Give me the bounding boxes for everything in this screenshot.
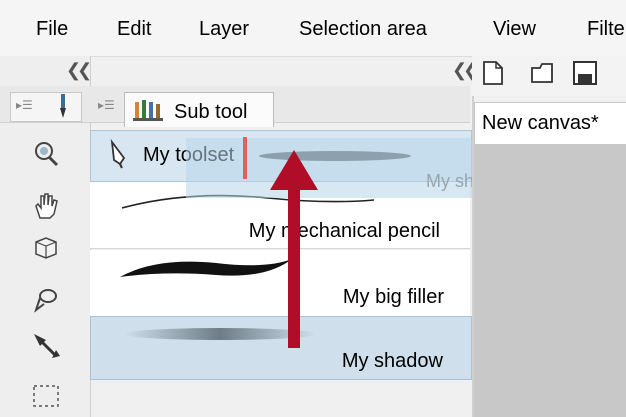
3d-object-icon[interactable]: [30, 232, 62, 264]
hand-icon[interactable]: [30, 190, 62, 222]
brush-label: My shadow: [341, 350, 443, 372]
new-file-icon[interactable]: [480, 60, 504, 86]
move-icon[interactable]: [30, 330, 62, 362]
brush-stroke-filler: [120, 259, 292, 277]
selection-rect-icon[interactable]: [30, 380, 62, 412]
open-folder-icon[interactable]: [530, 60, 558, 86]
brush-label: My mechanical pencil: [248, 220, 440, 242]
subtool-menu-icon[interactable]: ▸☰: [98, 98, 115, 112]
insert-marker: [243, 137, 247, 179]
pen-tool-icon: [60, 94, 66, 118]
menu-selection-area[interactable]: Selection area: [299, 17, 427, 41]
menu-file[interactable]: File: [36, 17, 68, 41]
menu-bar: File Edit Layer Selection area View Filt…: [0, 0, 626, 57]
panel-menu-icon[interactable]: ▸☰: [16, 98, 33, 112]
annotation-arrow-shaft: [288, 168, 300, 348]
canvas-tab-label: New canvas*: [482, 112, 599, 134]
canvas-area[interactable]: [474, 144, 626, 417]
pen-icon: [110, 138, 126, 169]
brushes-icon: [133, 100, 163, 121]
menu-view[interactable]: View: [493, 17, 536, 41]
brush-label: My big filler: [342, 286, 444, 308]
lasso-icon[interactable]: [30, 284, 62, 316]
subtool-tab-label: Sub tool: [174, 101, 248, 123]
menu-layer[interactable]: Layer: [199, 17, 249, 41]
save-icon[interactable]: [572, 60, 600, 86]
menu-edit[interactable]: Edit: [117, 17, 151, 41]
collapse-subtool-icon[interactable]: ❮❮: [452, 60, 478, 81]
annotation-arrow-head-icon: [270, 150, 318, 190]
zoom-icon[interactable]: [30, 138, 62, 170]
menu-filter[interactable]: Filte: [587, 17, 625, 41]
collapse-left-icon[interactable]: ❮❮: [66, 60, 92, 81]
